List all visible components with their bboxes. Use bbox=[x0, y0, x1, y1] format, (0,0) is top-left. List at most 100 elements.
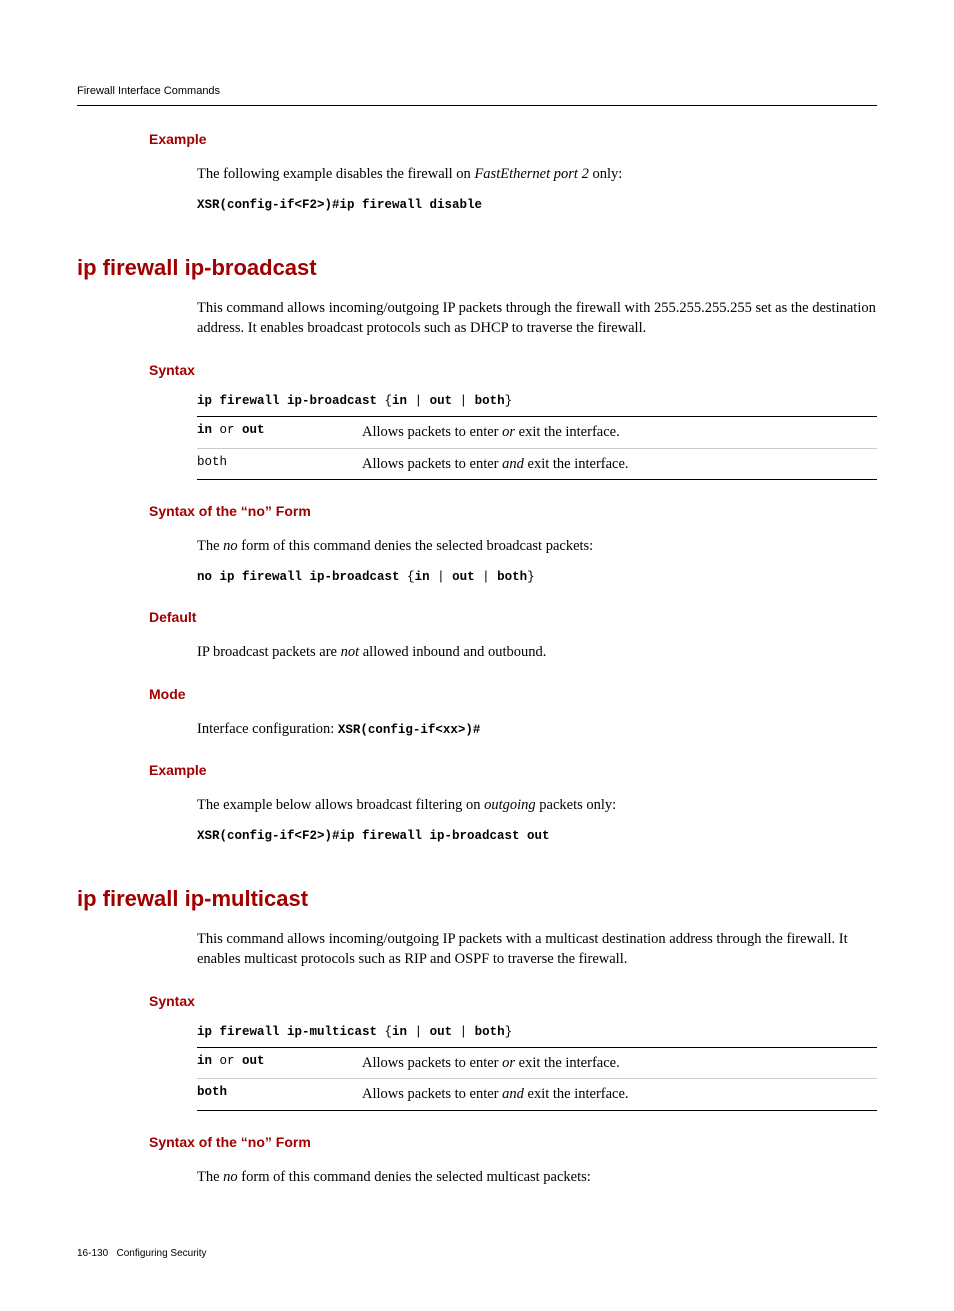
d: Allows packets to enter bbox=[362, 1086, 502, 1102]
example-text-bc: The example below allows broadcast filte… bbox=[197, 795, 877, 815]
d: Allows packets to enter bbox=[362, 456, 502, 472]
c: } bbox=[527, 570, 535, 584]
param-desc: Allows packets to enter and exit the int… bbox=[362, 454, 629, 474]
k: in bbox=[197, 1054, 212, 1068]
noform-text-bc: The no form of this command denies the s… bbox=[197, 536, 877, 556]
example-code-bc: XSR(config-if<F2>)#ip firewall ip-broadc… bbox=[197, 828, 877, 846]
c: in bbox=[415, 570, 430, 584]
c: ip firewall ip-multicast bbox=[197, 1025, 377, 1039]
noform-heading-mc: Syntax of the “no” Form bbox=[149, 1133, 877, 1153]
table-row: in or out Allows packets to enter or exi… bbox=[197, 417, 877, 448]
c: { bbox=[377, 394, 392, 408]
c: both bbox=[497, 570, 527, 584]
c: | bbox=[430, 570, 453, 584]
page-footer: 16-130 Configuring Security bbox=[77, 1247, 877, 1261]
c: | bbox=[452, 394, 475, 408]
t: no bbox=[223, 1169, 238, 1185]
footer-label: Configuring Security bbox=[116, 1248, 206, 1259]
c: in bbox=[392, 394, 407, 408]
cmd-title-multicast: ip firewall ip-multicast bbox=[77, 884, 877, 915]
k: both bbox=[197, 1085, 227, 1099]
c: in bbox=[392, 1025, 407, 1039]
syntax-code-mc: ip firewall ip-multicast {in | out | bot… bbox=[197, 1024, 877, 1042]
k: both bbox=[197, 455, 227, 469]
param-table-bc: in or out Allows packets to enter or exi… bbox=[197, 416, 877, 480]
example-heading-bc: Example bbox=[149, 761, 877, 781]
example-code-1: XSR(config-if<F2>)#ip firewall disable bbox=[197, 197, 877, 215]
table-row: in or out Allows packets to enter or exi… bbox=[197, 1048, 877, 1079]
t: allowed inbound and outbound. bbox=[359, 644, 546, 660]
d: Allows packets to enter bbox=[362, 1055, 502, 1071]
d: exit the interface. bbox=[515, 424, 620, 440]
syntax-heading-mc: Syntax bbox=[149, 992, 877, 1012]
c: out bbox=[452, 570, 475, 584]
t: no bbox=[223, 538, 238, 554]
page-header: Firewall Interface Commands bbox=[77, 84, 877, 106]
c: no ip firewall ip-broadcast bbox=[197, 570, 400, 584]
k: or bbox=[212, 423, 242, 437]
d: and bbox=[502, 456, 524, 472]
c: both bbox=[475, 1025, 505, 1039]
param-key: in or out bbox=[197, 422, 362, 442]
k: or bbox=[212, 1054, 242, 1068]
param-desc: Allows packets to enter and exit the int… bbox=[362, 1084, 629, 1104]
c: { bbox=[400, 570, 415, 584]
default-heading-bc: Default bbox=[149, 608, 877, 628]
page-number: 16-130 bbox=[77, 1248, 108, 1259]
c: both bbox=[475, 394, 505, 408]
c: ip firewall ip-broadcast bbox=[197, 394, 377, 408]
k: in bbox=[197, 423, 212, 437]
mode-code: XSR(config-if<xx>)# bbox=[338, 723, 481, 737]
noform-text-mc: The no form of this command denies the s… bbox=[197, 1167, 877, 1187]
default-text-bc: IP broadcast packets are not allowed inb… bbox=[197, 642, 877, 662]
d: exit the interface. bbox=[515, 1055, 620, 1071]
c: | bbox=[407, 394, 430, 408]
t: packets only: bbox=[536, 797, 617, 813]
t: The example below allows broadcast filte… bbox=[197, 797, 484, 813]
c: { bbox=[377, 1025, 392, 1039]
d: Allows packets to enter bbox=[362, 424, 502, 440]
param-key: in or out bbox=[197, 1053, 362, 1073]
d: and bbox=[502, 1086, 524, 1102]
t: not bbox=[341, 644, 360, 660]
d: exit the interface. bbox=[524, 456, 629, 472]
t: The bbox=[197, 1169, 223, 1185]
syntax-code-bc: ip firewall ip-broadcast {in | out | bot… bbox=[197, 393, 877, 411]
cmd-intro-broadcast: This command allows incoming/outgoing IP… bbox=[197, 298, 877, 339]
t: form of this command denies the selected… bbox=[238, 538, 594, 554]
t: only: bbox=[589, 166, 622, 182]
t: outgoing bbox=[484, 797, 536, 813]
d: or bbox=[502, 1055, 515, 1071]
d: exit the interface. bbox=[524, 1086, 629, 1102]
param-desc: Allows packets to enter or exit the inte… bbox=[362, 1053, 620, 1073]
noform-code-bc: no ip firewall ip-broadcast {in | out | … bbox=[197, 569, 877, 587]
noform-heading-bc: Syntax of the “no” Form bbox=[149, 502, 877, 522]
example-heading-1: Example bbox=[149, 130, 877, 150]
t: The bbox=[197, 538, 223, 554]
t: IP broadcast packets are bbox=[197, 644, 341, 660]
t: Interface configuration: bbox=[197, 721, 338, 737]
table-row: both Allows packets to enter and exit th… bbox=[197, 449, 877, 479]
mode-heading-bc: Mode bbox=[149, 685, 877, 705]
cmd-intro-multicast: This command allows incoming/outgoing IP… bbox=[197, 929, 877, 970]
cmd-title-broadcast: ip firewall ip-broadcast bbox=[77, 253, 877, 284]
c: } bbox=[505, 1025, 513, 1039]
mode-text-bc: Interface configuration: XSR(config-if<x… bbox=[197, 719, 877, 740]
t: form of this command denies the selected… bbox=[238, 1169, 591, 1185]
c: | bbox=[407, 1025, 430, 1039]
syntax-heading-bc: Syntax bbox=[149, 361, 877, 381]
c: out bbox=[430, 394, 453, 408]
c: } bbox=[505, 394, 513, 408]
param-key: both bbox=[197, 1084, 362, 1104]
param-desc: Allows packets to enter or exit the inte… bbox=[362, 422, 620, 442]
c: | bbox=[452, 1025, 475, 1039]
d: or bbox=[502, 424, 515, 440]
t: FastEthernet port 2 bbox=[474, 166, 588, 182]
param-key: both bbox=[197, 454, 362, 474]
k: out bbox=[242, 1054, 265, 1068]
k: out bbox=[242, 423, 265, 437]
c: out bbox=[430, 1025, 453, 1039]
c: | bbox=[475, 570, 498, 584]
table-row: both Allows packets to enter and exit th… bbox=[197, 1079, 877, 1109]
param-table-mc: in or out Allows packets to enter or exi… bbox=[197, 1047, 877, 1111]
